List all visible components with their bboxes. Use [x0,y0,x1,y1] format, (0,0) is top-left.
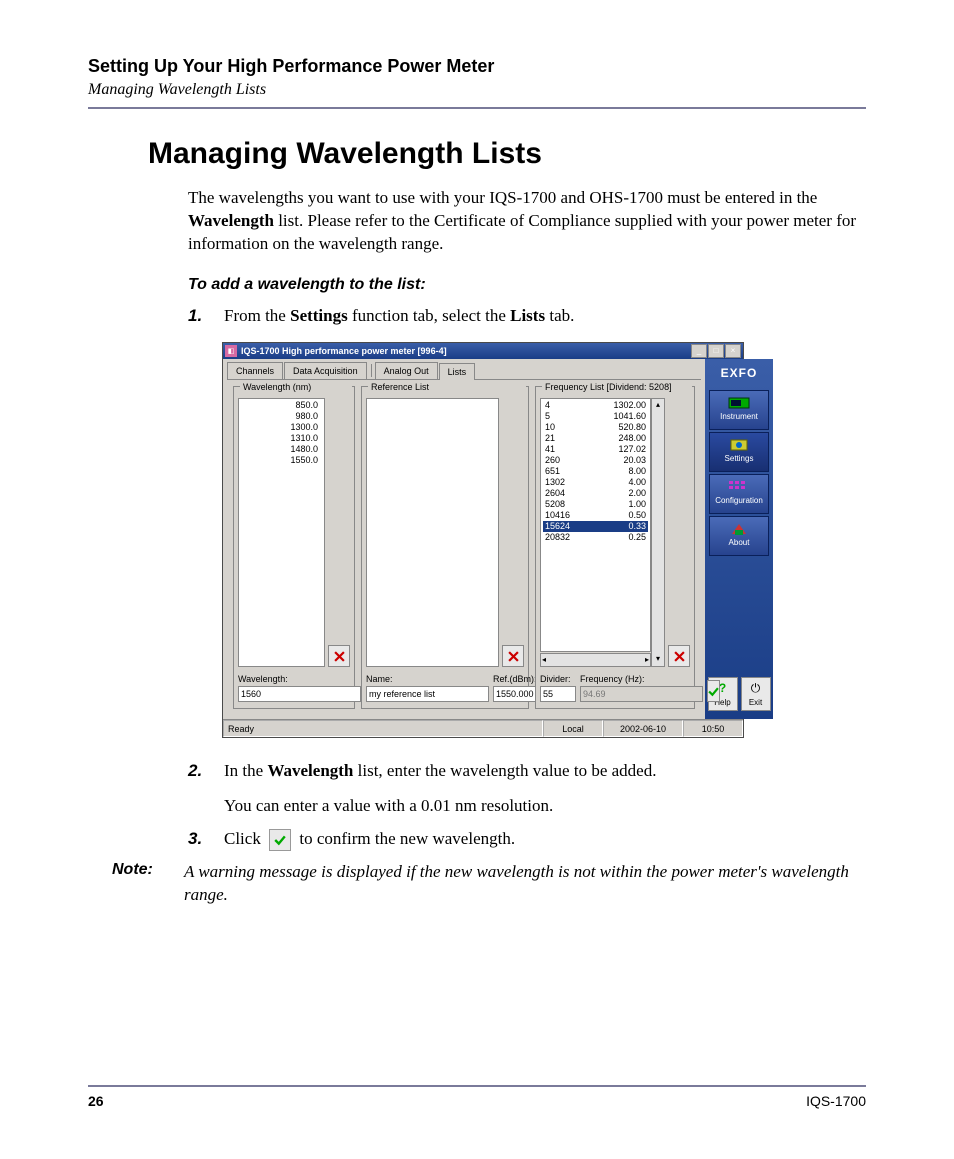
frequency-hz-label: Frequency (Hz): [580,673,703,685]
frequency-hz-input [580,686,703,702]
footer-model: IQS-1700 [806,1093,866,1109]
chapter-title: Setting Up Your High Performance Power M… [88,56,866,77]
step-number: 1. [188,305,210,328]
nav-configuration[interactable]: Configuration [709,474,769,514]
wavelength-group: Wavelength (nm) 850.0980.01300.01310.014… [233,386,355,709]
step-2: 2. In the Wavelength list, enter the wav… [188,760,866,818]
procedure-subhead: To add a wavelength to the list: [188,274,866,296]
instrument-icon [728,396,750,410]
note-label: Note: [112,861,170,907]
frequency-scroll-horizontal[interactable]: ◂▸ [540,653,651,667]
confirm-icon [269,829,291,851]
note-text: A warning message is displayed if the ne… [184,861,866,907]
status-mode: Local [543,720,603,737]
nav-about[interactable]: About [709,516,769,556]
frequency-group-title: Frequency List [Dividend: 5208] [542,381,692,393]
header-rule [88,107,866,109]
app-icon: ◧ [225,345,237,357]
nav-instrument[interactable]: Instrument [709,390,769,430]
frequency-listbox[interactable]: 41302.0051041.6010520.8021248.0041127.02… [540,398,651,653]
window-titlebar: ◧ IQS-1700 High performance power meter … [223,343,743,359]
intro-paragraph: The wavelengths you want to use with you… [188,187,866,256]
step-1: 1. From the Settings function tab, selec… [188,305,866,328]
maximize-button[interactable]: □ [708,344,724,358]
step-text: In the Wavelength list, enter the wavele… [224,760,866,818]
wavelength-delete-button[interactable] [328,645,350,667]
step-text: Click to confirm the new wavelength. [224,828,866,851]
wavelength-listbox[interactable]: 850.0980.01300.01310.01480.01550.0 [238,398,325,668]
tab-lists[interactable]: Lists [439,363,476,380]
tab-analog-out[interactable]: Analog Out [375,362,438,379]
page-number: 26 [88,1093,104,1109]
reference-name-label: Name: [366,673,489,685]
about-icon [728,522,750,536]
brand-logo: EXFO [721,365,758,381]
tab-channels[interactable]: Channels [227,362,283,379]
window-title: IQS-1700 High performance power meter [9… [241,345,691,357]
step-3: 3. Click to confirm the new wavelength. [188,828,866,851]
frequency-confirm-button[interactable] [707,680,720,702]
app-screenshot: ◧ IQS-1700 High performance power meter … [222,342,866,738]
footer-rule [88,1085,866,1087]
power-icon: ⏻ [751,680,761,696]
reference-ref-label: Ref.(dBm): [493,673,539,685]
configuration-icon [728,480,750,494]
tab-data-acquisition[interactable]: Data Acquisition [284,362,367,379]
frequency-delete-button[interactable] [668,645,690,667]
step-number: 2. [188,760,210,818]
wavelength-input-label: Wavelength: [238,673,361,685]
note: Note: A warning message is displayed if … [112,861,866,907]
reference-ref-input[interactable] [493,686,539,702]
wavelength-input[interactable] [238,686,361,702]
reference-delete-button[interactable] [502,645,524,667]
reference-group: Reference List Name: [361,386,529,709]
section-breadcrumb: Managing Wavelength Lists [88,81,866,99]
reference-name-input[interactable] [366,686,489,702]
step-number: 3. [188,828,210,851]
status-time: 10:50 [683,720,743,737]
frequency-divider-input[interactable] [540,686,576,702]
exit-button[interactable]: ⏻ Exit [741,677,771,711]
status-ready: Ready [223,720,543,737]
status-bar: Ready Local 2002-06-10 10:50 [223,719,743,737]
reference-group-title: Reference List [368,381,526,393]
right-sidebar: EXFO Instrument Settings Configuration [705,359,773,719]
nav-settings[interactable]: Settings [709,432,769,472]
frequency-scroll-vertical[interactable]: ▴▾ [651,398,665,668]
page-heading: Managing Wavelength Lists [148,137,866,171]
frequency-group: Frequency List [Dividend: 5208] 41302.00… [535,386,695,709]
reference-listbox[interactable] [366,398,499,668]
close-button[interactable]: × [725,344,741,358]
settings-icon [728,438,750,452]
page-footer: 26 IQS-1700 [88,1085,866,1109]
wavelength-group-title: Wavelength (nm) [240,381,352,393]
status-date: 2002-06-10 [603,720,683,737]
frequency-divider-label: Divider: [540,673,576,685]
step-text: From the Settings function tab, select t… [224,305,866,328]
tab-bar: Channels Data Acquisition Analog Out Lis… [223,359,705,379]
minimize-button[interactable]: _ [691,344,707,358]
